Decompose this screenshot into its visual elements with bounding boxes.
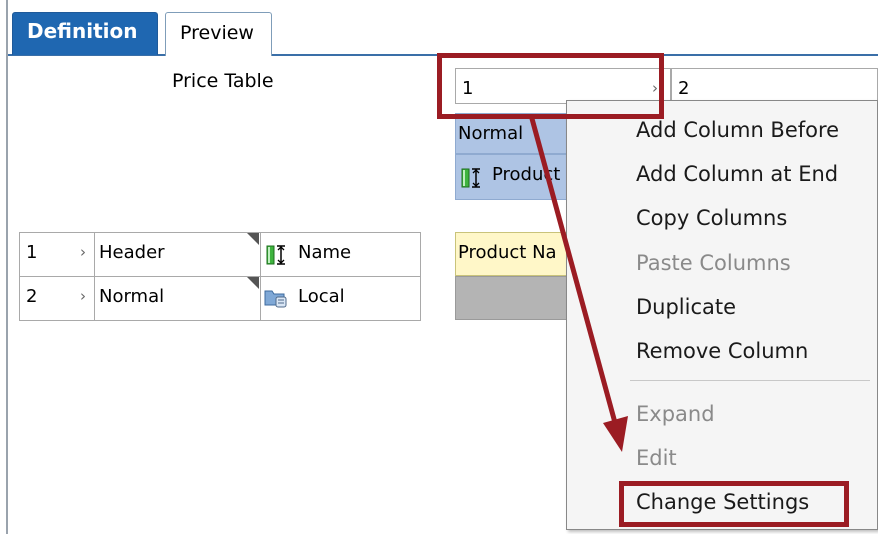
annotation-arrow	[528, 114, 628, 452]
